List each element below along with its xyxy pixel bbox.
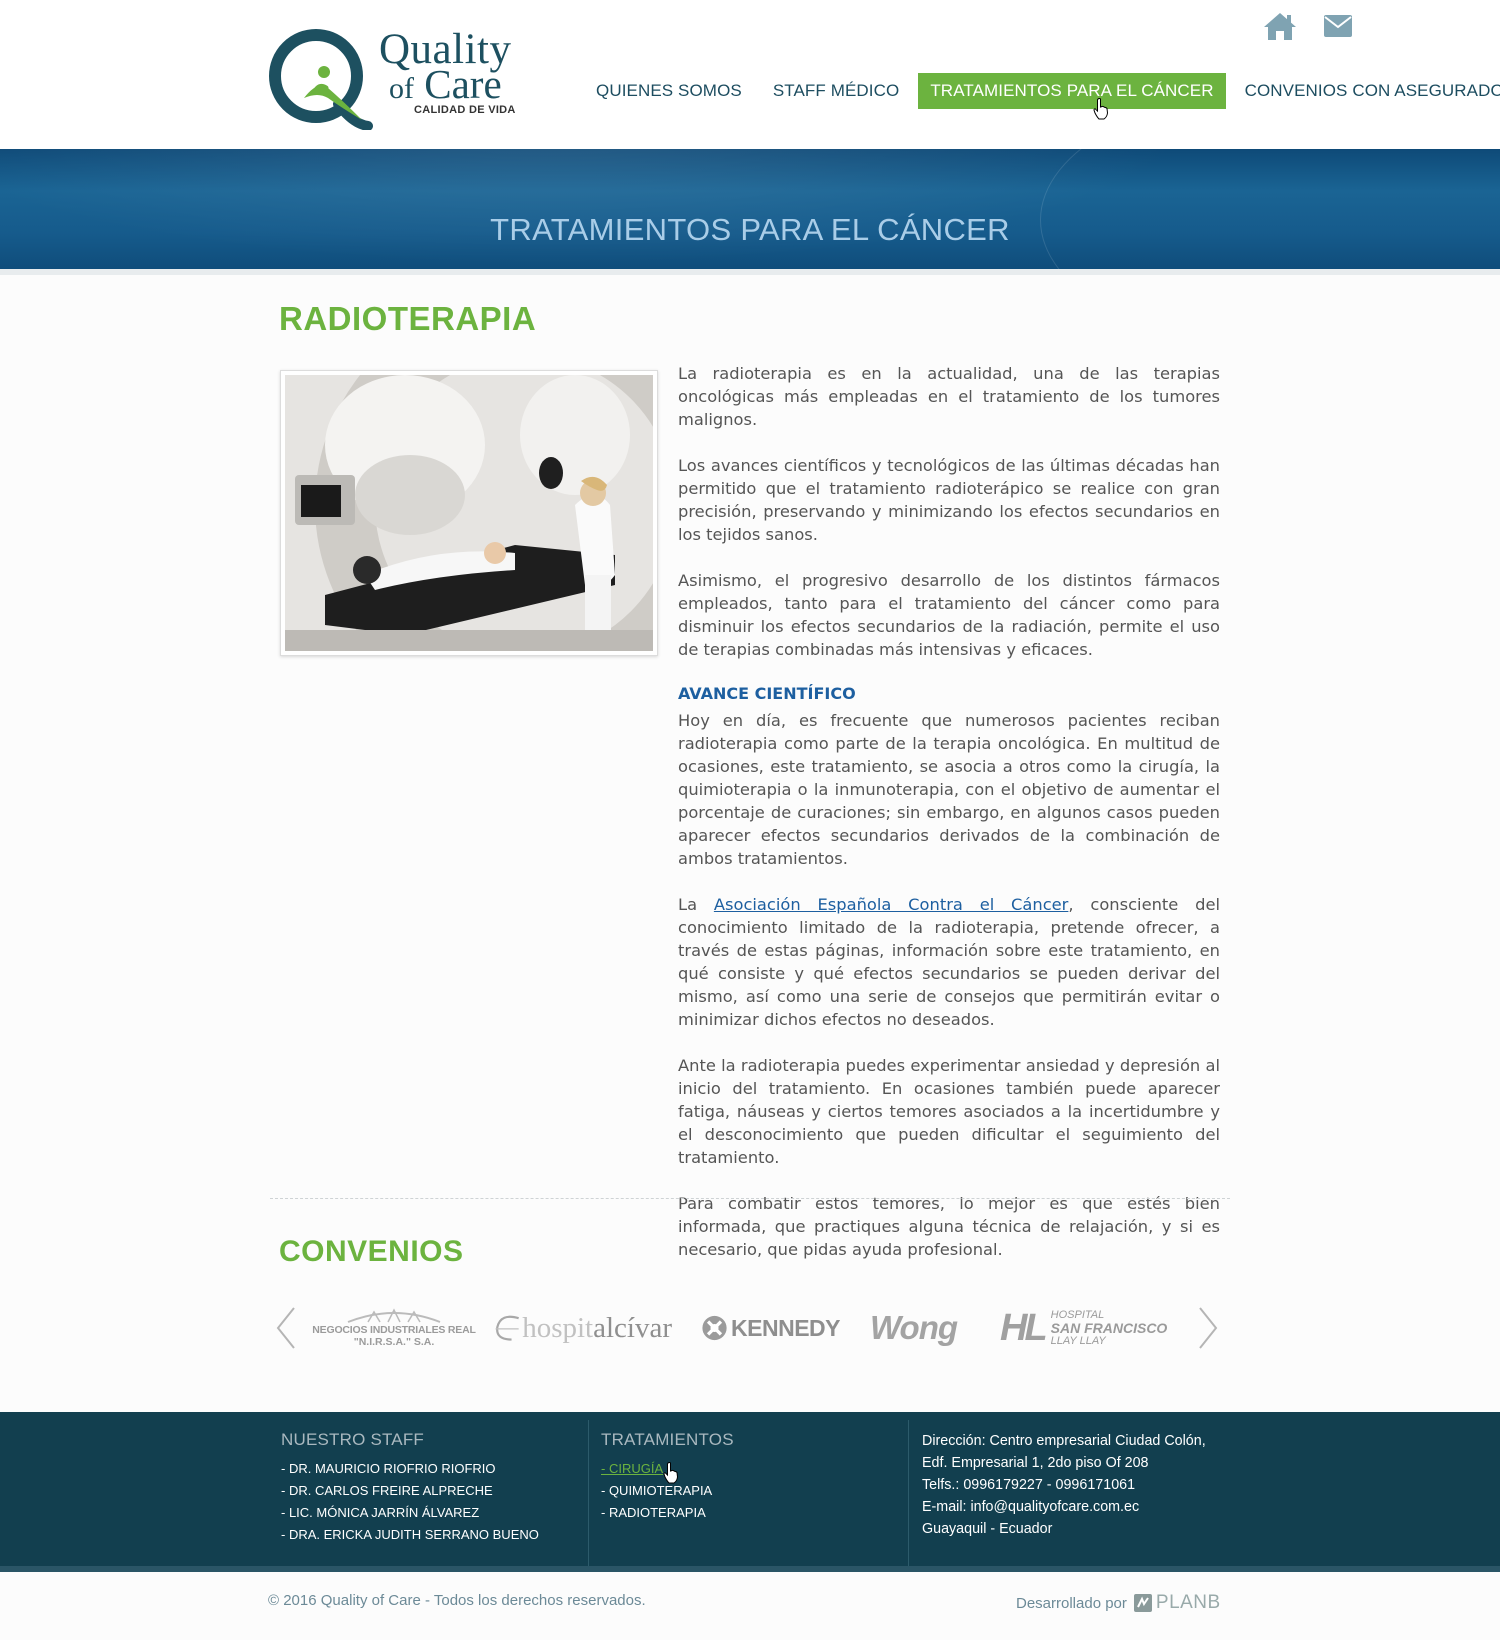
san-francisco-text: HOSPITAL SAN FRANCISCO LLAY LLAY (1051, 1309, 1168, 1348)
article-paragraph: Hoy en día, es frecuente que numerosos p… (678, 711, 1220, 868)
sponsor-kennedy[interactable]: KENNEDY (700, 1300, 840, 1356)
link-para-after: , consciente del conocimiento limitado d… (678, 895, 1221, 1029)
article-subheading: AVANCE CIENTÍFICO (678, 684, 856, 703)
article-paragraph: Asimismo, el progresivo desarrollo de lo… (678, 571, 1220, 659)
home-icon[interactable] (1262, 10, 1298, 42)
planb-name: PLANB (1155, 1592, 1221, 1613)
mail-icon[interactable] (1320, 10, 1356, 42)
bottom-bar: © 2016 Quality of Care - Todos los derec… (0, 1578, 1500, 1640)
top-icons (1262, 10, 1356, 42)
copyright-text: © 2016 Quality of Care - Todos los derec… (268, 1592, 646, 1609)
logo-care: Care (424, 61, 502, 107)
footer-staff-link[interactable]: - DR. MAURICIO RIOFRIO RIOFRIO (281, 1458, 581, 1480)
hl-mark: HL (1000, 1306, 1048, 1349)
footer-separator (908, 1420, 909, 1566)
sf-line2: SAN FRANCISCO (1050, 1319, 1168, 1336)
footer-separator (588, 1420, 589, 1566)
alcivar-part-a: hospit (522, 1311, 594, 1344)
logo-of: of (389, 72, 414, 105)
main-nav: QUIENES SOMOS STAFF MÉDICO TRATAMIENTOS … (584, 73, 1500, 109)
developer-credit[interactable]: Desarrollado por PLANB (1016, 1592, 1221, 1614)
article-paragraph: Ante la radioterapia puedes experimentar… (678, 1056, 1220, 1167)
nav-quienes-somos[interactable]: QUIENES SOMOS (584, 73, 754, 109)
kennedy-name: KENNEDY (731, 1314, 840, 1341)
sponsor-alcivar[interactable]: hospit alcívar (492, 1300, 672, 1356)
nav-staff-medico[interactable]: STAFF MÉDICO (761, 73, 912, 109)
radiotherapy-photo (285, 375, 653, 651)
carousel-prev-arrow-icon[interactable] (274, 1306, 298, 1350)
article-paragraph: Los avances científicos y tecnológicos d… (678, 456, 1220, 544)
developer-label: Desarrollado por (1016, 1594, 1127, 1612)
sf-line3: LLAY LLAY (1050, 1334, 1106, 1347)
nav-convenios[interactable]: CONVENIOS CON ASEGURADOS (1233, 73, 1500, 109)
sponsors-carousel: NEGOCIOS INDUSTRIALES REAL "N.I.R.S.A." … (272, 1300, 1222, 1356)
footer-treatments-title: TRATAMIENTOS (601, 1430, 734, 1449)
logo-tagline: CALIDAD DE VIDA (414, 104, 516, 116)
article-body: La radioterapia es en la actualidad, una… (678, 362, 1220, 1284)
city-line: Guayaquil - Ecuador (922, 1521, 1053, 1537)
article-paragraph: La radioterapia es en la actualidad, una… (678, 364, 1220, 429)
footer-address: Dirección: Centro empresarial Ciudad Col… (922, 1430, 1222, 1540)
planb-logo: PLANB (1133, 1592, 1221, 1614)
footer-staff: NUESTRO STAFF - DR. MAURICIO RIOFRIO RIO… (281, 1430, 581, 1558)
site-logo[interactable]: Quality of Care CALIDAD DE VIDA (268, 24, 548, 130)
kennedy-emblem-icon (702, 1315, 727, 1341)
footer-treatments: TRATAMIENTOS - CIRUGÍA - QUIMIOTERAPIA -… (601, 1430, 901, 1558)
footer-staff-title: NUESTRO STAFF (281, 1430, 425, 1449)
alcivar-swoosh-icon (495, 1315, 519, 1341)
footer-staff-link[interactable]: - LIC. MÓNICA JARRÍN ÁLVAREZ (281, 1502, 581, 1524)
planb-mark-icon (1133, 1594, 1152, 1612)
address-line: Edf. Empresarial 1, 2do piso Of 208 (922, 1455, 1149, 1471)
sponsor-nirsa[interactable]: NEGOCIOS INDUSTRIALES REAL "N.I.R.S.A." … (312, 1300, 476, 1356)
site-footer: NUESTRO STAFF - DR. MAURICIO RIOFRIO RIO… (0, 1412, 1500, 1572)
footer-staff-link[interactable]: - DR. CARLOS FREIRE ALPRECHE (281, 1480, 581, 1502)
footer-staff-link[interactable]: - DRA. ERICKA JUDITH SERRANO BUENO (281, 1524, 581, 1546)
radiotherapy-illustration-icon (285, 375, 653, 651)
article-paragraph: Para combatir estos temores, lo mejor es… (678, 1194, 1220, 1259)
email-line[interactable]: E-mail: info@qualityofcare.com.ec (922, 1496, 1222, 1518)
logo-wordmark-ofcare: of Care (389, 64, 502, 105)
convenios-title: CONVENIOS (279, 1235, 464, 1268)
nirsa-crest-icon (347, 1308, 441, 1323)
sponsor-san-francisco[interactable]: HL HOSPITAL SAN FRANCISCO LLAY LLAY (1000, 1300, 1170, 1356)
nirsa-name: NEGOCIOS INDUSTRIALES REAL (312, 1324, 476, 1336)
footer-treatment-link-quimioterapia[interactable]: - QUIMIOTERAPIA (601, 1480, 901, 1502)
site-header: Quality of Care CALIDAD DE VIDA QUIENES … (0, 0, 1500, 149)
aecc-link[interactable]: Asociación Española Contra el Cáncer (714, 895, 1069, 914)
nirsa-sub: "N.I.R.S.A." S.A. (353, 1336, 435, 1348)
logo-q-mark-icon (269, 29, 373, 130)
alcivar-part-b: alcívar (593, 1311, 672, 1344)
banner-title: TRATAMIENTOS PARA EL CÁNCER (490, 212, 1010, 247)
carousel-next-arrow-icon[interactable] (1196, 1306, 1220, 1350)
phone-line: Telfs.: 0996179227 - 0996171061 (922, 1477, 1136, 1493)
page-banner: TRATAMIENTOS PARA EL CÁNCER (0, 149, 1500, 269)
section-divider (270, 1198, 1230, 1199)
footer-treatment-link-cirugia[interactable]: - CIRUGÍA (601, 1458, 901, 1480)
nav-tratamientos[interactable]: TRATAMIENTOS PARA EL CÁNCER (918, 73, 1226, 109)
page-title: RADIOTERAPIA (279, 300, 537, 337)
sponsor-wong[interactable]: Wong (870, 1300, 970, 1356)
footer-treatment-link-radioterapia[interactable]: - RADIOTERAPIA (601, 1502, 901, 1524)
article-paragraph-with-link: La Asociación Española Contra el Cáncer,… (678, 893, 1220, 1031)
link-para-before: La (678, 895, 714, 914)
banner-separator (0, 269, 1500, 275)
wong-name: Wong (870, 1309, 958, 1346)
article-image (280, 370, 658, 656)
address-line: Dirección: Centro empresarial Ciudad Col… (922, 1433, 1206, 1449)
